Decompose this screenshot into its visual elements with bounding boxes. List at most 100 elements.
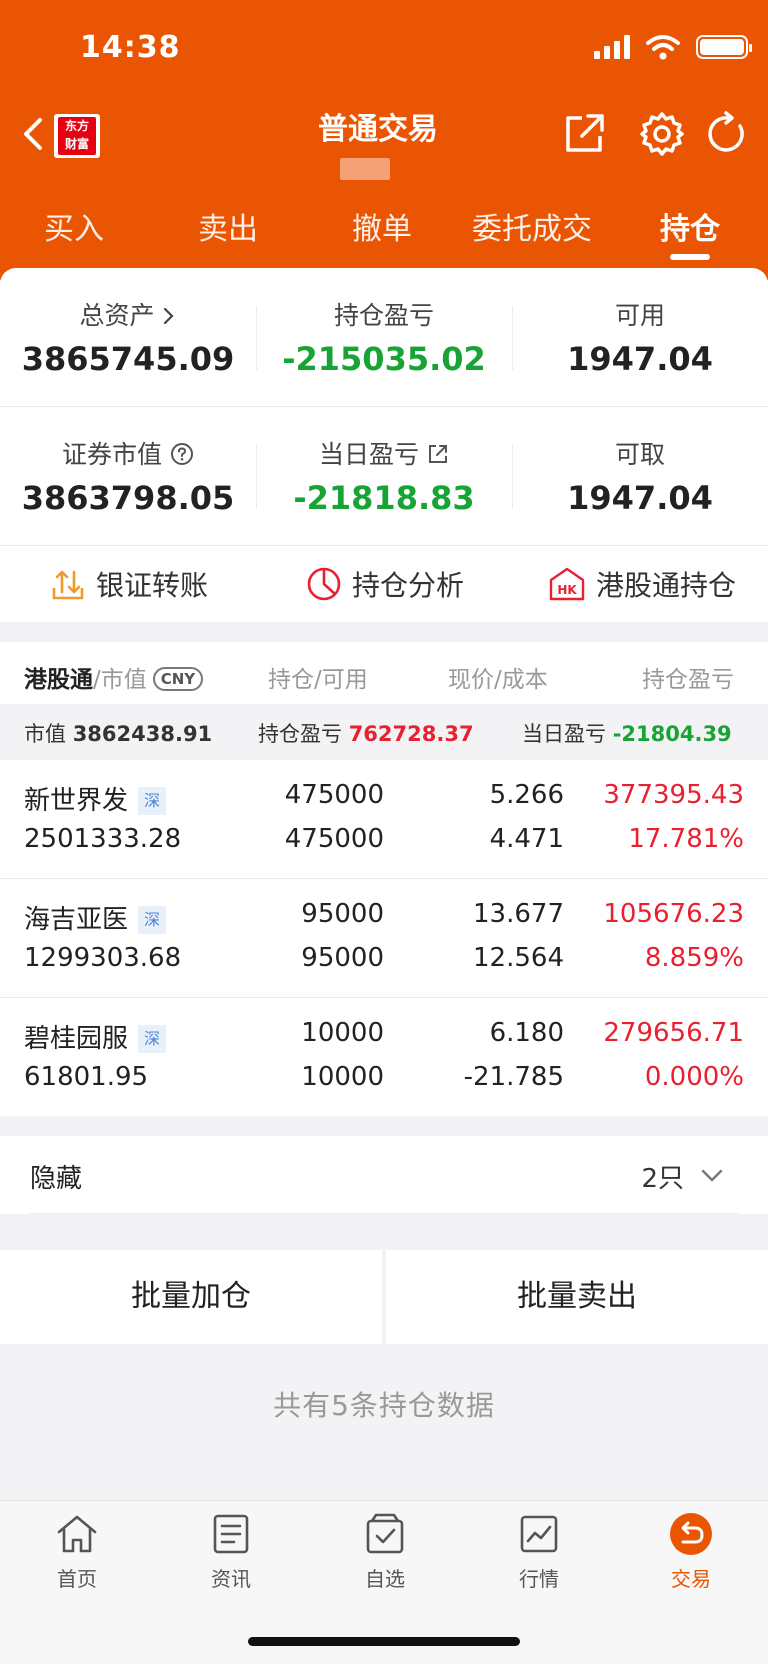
stock-position: 475000 [284,780,384,810]
settings-gear-icon[interactable] [638,110,686,158]
news-icon [213,1514,249,1554]
total-assets-label: 总资产 [79,301,155,330]
stock-name: 新世界发 [24,786,129,816]
table-row[interactable]: 海吉亚医深 1299303.68 95000 95000 13.677 12.5… [0,879,768,997]
stock-name-wrap: 海吉亚医深 [24,899,167,936]
col-hk-connect-label: 港股通 [24,667,93,693]
daily-pl-cell[interactable]: 当日盈亏 -21818.83 [256,407,512,545]
hidden-label: 隐藏 [30,1164,83,1194]
status-bar: 14:38 [0,0,768,100]
bottom-tab-bar: 首页 资讯 自选 行情 交易 [0,1500,768,1664]
trade-tabs: 买入 卖出 撤单 委托成交 持仓 [0,198,768,268]
home-indicator[interactable] [248,1637,520,1646]
stock-pl-pct: 17.781% [628,824,744,854]
total-assets-value: 3865745.09 [21,340,235,378]
stock-cost: -21.785 [463,1062,564,1092]
shortcut-bar: 银证转账 持仓分析 HK 港股通持仓 [0,546,768,622]
pl-summary: 持仓盈亏 762728.37 [258,718,474,748]
stock-market-value: 61801.95 [24,1062,149,1092]
battery-icon [696,35,752,59]
wifi-icon [646,35,680,60]
pl-summary-label: 持仓盈亏 [258,722,342,746]
nav-home-label: 首页 [57,1567,97,1591]
hk-market-summary: 市值 3862438.91 持仓盈亏 762728.37 当日盈亏 -21804… [0,704,768,760]
col-price-header: 现价/成本 [448,667,548,693]
status-time: 14:38 [80,30,181,65]
holdings-column-header: 港股通/市值 CNY 持仓/可用 现价/成本 持仓盈亏 [0,642,768,704]
hidden-holdings-row[interactable]: 隐藏 2只 [0,1136,768,1214]
market-value-value: 3863798.05 [21,479,235,517]
table-row[interactable]: 新世界发深 2501333.28 475000 475000 5.266 4.4… [0,760,768,878]
logo-text-line2: 财富 [64,137,89,151]
tab-buy[interactable]: 买入 [44,204,104,248]
cellular-signal-icon [594,35,630,59]
hk-badge-text: HK [557,583,577,597]
withdrawable-value: 1947.04 [567,479,713,517]
help-question-icon[interactable] [170,442,194,466]
nav-news[interactable]: 资讯 [176,1511,286,1592]
stock-name: 海吉亚医 [24,905,129,935]
nav-trade[interactable]: 交易 [636,1511,746,1592]
col-mv-label: /市值 [93,667,147,693]
mv-summary-value: 3862438.91 [72,722,213,746]
daily-pl-value: -21818.83 [293,479,475,517]
market-value-cell: 证券市值 3863798.05 [0,407,256,545]
back-arrow-icon[interactable] [18,116,50,152]
nav-bar: 东方 财富 普通交易 [0,100,768,200]
bank-transfer-button[interactable]: 银证转账 [50,546,208,622]
logo-text-line1: 东方 [64,119,89,133]
stock-available: 10000 [301,1062,384,1092]
batch-sell-button[interactable]: 批量卖出 [386,1250,768,1344]
col-market-value-header: 港股通/市值 CNY [24,660,204,694]
tab-positions[interactable]: 持仓 [660,204,720,248]
app-header: 14:38 东方 财富 普通交易 买入 卖出 撤单 委托成交 持仓 [0,0,768,280]
trade-icon [670,1513,712,1555]
stock-position: 95000 [301,899,384,929]
hk-house-icon: HK [549,567,585,601]
nav-watchlist-label: 自选 [365,1567,405,1591]
withdrawable-label: 可取 [614,440,665,469]
pie-chart-icon [307,567,341,601]
currency-toggle[interactable]: CNY [152,667,204,691]
stock-pl: 377395.43 [603,780,744,810]
position-analysis-button[interactable]: 持仓分析 [306,546,464,622]
active-tab-indicator [670,254,710,260]
stock-market-value: 2501333.28 [24,824,182,854]
batch-add-button[interactable]: 批量加仓 [0,1250,382,1344]
stock-price: 5.266 [489,780,564,810]
refresh-icon[interactable] [702,110,750,158]
position-analysis-label: 持仓分析 [352,569,465,602]
market-chart-icon [520,1515,558,1553]
watchlist-icon [366,1513,404,1554]
tab-orders-trades[interactable]: 委托成交 [472,204,592,248]
daily-pl-label-wrap: 当日盈亏 [256,435,512,471]
nav-trade-label: 交易 [671,1567,711,1591]
stock-available: 475000 [284,824,384,854]
holdings-list: 新世界发深 2501333.28 475000 475000 5.266 4.4… [0,760,768,1116]
pl-summary-value: 762728.37 [348,722,474,746]
available-value: 1947.04 [567,340,713,378]
table-row[interactable]: 碧桂园服深 61801.95 10000 10000 6.180 -21.785… [0,998,768,1116]
account-summary-card: 总资产 3865745.09 持仓盈亏 -215035.02 可用 1947.0… [0,268,768,622]
market-badge: 深 [138,1025,167,1053]
position-pl-label: 持仓盈亏 [333,301,434,330]
share-external-icon[interactable] [560,110,608,158]
nav-watchlist[interactable]: 自选 [330,1511,440,1592]
market-badge: 深 [138,787,167,815]
stock-price: 13.677 [473,899,564,929]
account-name-masked [360,118,500,138]
summary-row-2: 证券市值 3863798.05 当日盈亏 -21818.83 可取 1947.0… [0,407,768,545]
nav-home[interactable]: 首页 [22,1511,132,1592]
tab-sell[interactable]: 卖出 [198,204,258,248]
external-link-icon[interactable] [427,443,449,465]
tab-cancel-order[interactable]: 撤单 [352,204,412,248]
hk-position-button[interactable]: HK 港股通持仓 [548,546,736,622]
nav-market[interactable]: 行情 [484,1511,594,1592]
total-positions-text: 共有5条持仓数据 [273,1389,495,1422]
summary-row-1: 总资产 3865745.09 持仓盈亏 -215035.02 可用 1947.0… [0,268,768,406]
daily-summary: 当日盈亏 -21804.39 [522,718,732,748]
status-icons [594,34,752,60]
eastmoney-logo: 东方 财富 [54,114,100,158]
total-assets-cell[interactable]: 总资产 3865745.09 [0,268,256,406]
daily-summary-label: 当日盈亏 [522,722,606,746]
